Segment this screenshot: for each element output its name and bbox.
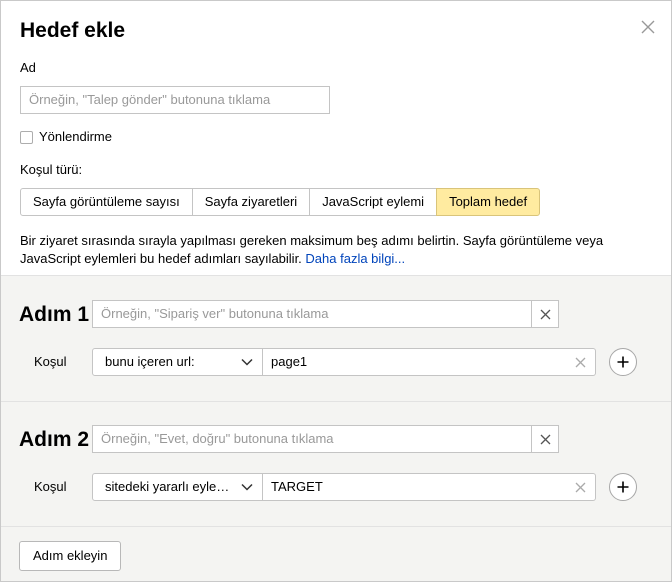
add-step-button[interactable]: Adım ekleyin [19,541,122,571]
condition-select[interactable]: sitedeki yararlı eyle… [92,473,263,501]
goal-name-input[interactable]: Örneğin, "Talep gönder" butonuna tıklama [20,86,330,114]
condition-value-input[interactable]: TARGET [263,473,596,501]
plus-icon [617,481,629,493]
tab-page-views-count[interactable]: Sayfa görüntüleme sayısı [20,188,193,216]
redirect-checkbox-row[interactable]: Yönlendirme [20,129,112,145]
condition-select-value: bunu içeren url: [105,354,195,369]
plus-icon [617,356,629,368]
chevron-down-icon [241,483,253,491]
condition-type-switch: Sayfa görüntüleme sayısı Sayfa ziyaretle… [20,188,541,216]
clear-icon[interactable] [575,357,586,368]
add-condition-button[interactable] [609,473,637,501]
step-1: Adım 1 Örneğin, "Sipariş ver" butonuna t… [1,276,671,402]
condition-label: Koşul [34,354,67,369]
tab-composite-goal[interactable]: Toplam hedef [436,188,541,216]
chevron-down-icon [241,358,253,366]
condition-label: Koşul [34,479,67,494]
step-clear-button[interactable] [531,425,559,453]
clear-icon[interactable] [575,482,586,493]
redirect-checkbox[interactable] [20,130,33,144]
condition-select-value: sitedeki yararlı eyle… [105,479,230,494]
name-label: Ad [20,60,36,75]
steps-area: Adım 1 Örneğin, "Sipariş ver" butonuna t… [1,275,671,581]
close-icon[interactable] [640,19,656,35]
description: Bir ziyaret sırasında sırayla yapılması … [20,232,660,268]
step-clear-button[interactable] [531,300,559,328]
step-name-input[interactable]: Örneğin, "Sipariş ver" butonuna tıklama [92,300,532,328]
add-goal-dialog: Hedef ekle Ad Örneğin, "Talep gönder" bu… [0,0,672,582]
condition-type-label: Koşul türü: [20,162,83,177]
dialog-title: Hedef ekle [20,19,126,42]
tab-page-visits[interactable]: Sayfa ziyaretleri [191,188,311,216]
condition-value: TARGET [271,479,323,494]
learn-more-link[interactable]: Daha fazla bilgi... [305,251,405,266]
tab-javascript-event[interactable]: JavaScript eylemi [309,188,438,216]
step-title: Adım 1 [19,303,90,326]
redirect-checkbox-label[interactable]: Yönlendirme [39,129,112,145]
condition-value-input[interactable]: page1 [263,348,596,376]
step-title: Adım 2 [19,428,90,451]
close-icon [540,434,550,444]
condition-value: page1 [271,354,308,369]
close-icon [540,309,550,319]
condition-select[interactable]: bunu içeren url: [92,348,263,376]
add-condition-button[interactable] [609,348,637,376]
step-name-input[interactable]: Örneğin, "Evet, doğru" butonuna tıklama [92,425,532,453]
step-2: Adım 2 Örneğin, "Evet, doğru" butonuna t… [1,401,671,527]
